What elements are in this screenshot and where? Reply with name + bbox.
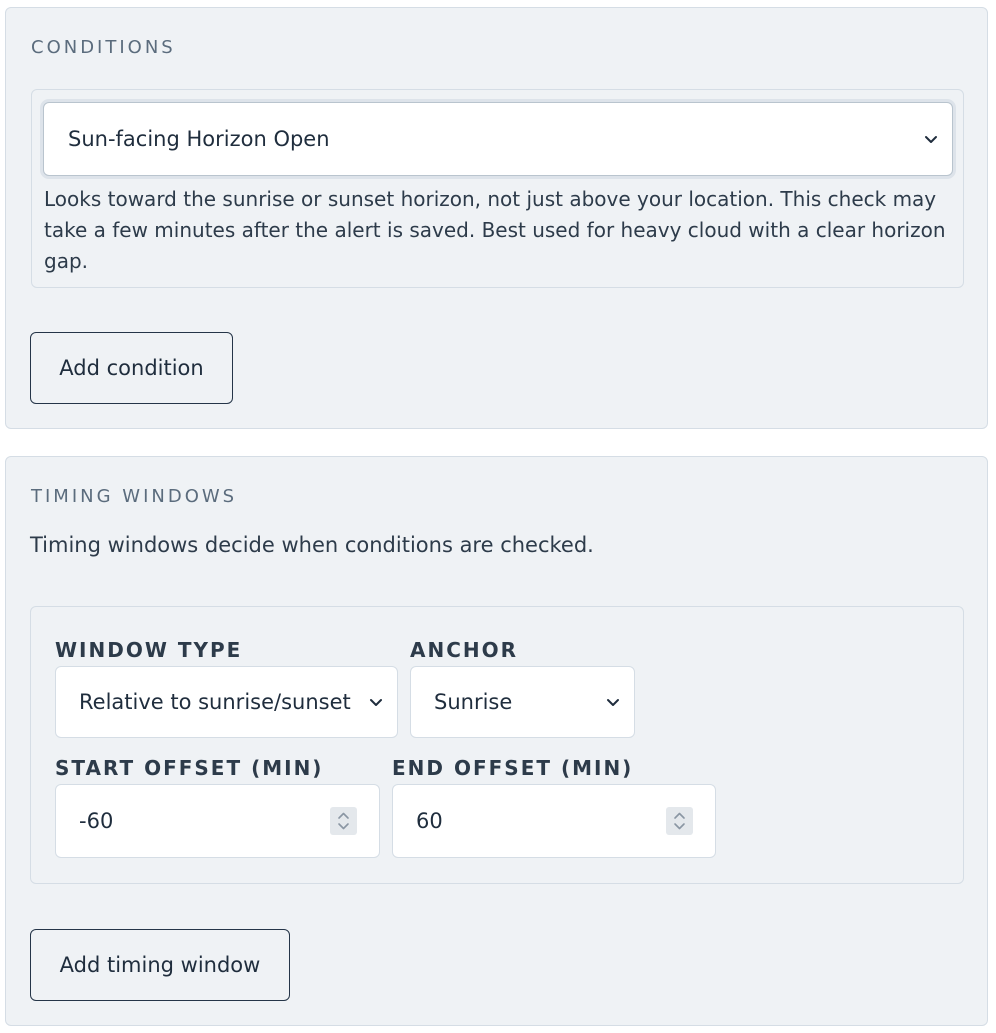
timing-windows-title: TIMING WINDOWS — [31, 486, 238, 507]
end-offset-label: END OFFSET (MIN) — [392, 756, 634, 780]
window-type-value: Relative to sunrise/sunset — [79, 690, 351, 714]
start-offset-label: START OFFSET (MIN) — [55, 756, 324, 780]
condition-card: Sun-facing Horizon Open Looks toward the… — [31, 89, 964, 288]
add-condition-button[interactable]: Add condition — [30, 332, 233, 404]
anchor-label: ANCHOR — [410, 638, 519, 662]
condition-select[interactable]: Sun-facing Horizon Open — [43, 102, 953, 176]
condition-select-value: Sun-facing Horizon Open — [68, 127, 330, 151]
chevron-down-icon — [607, 699, 619, 706]
condition-help-text: Looks toward the sunrise or sunset horiz… — [44, 187, 946, 273]
window-type-select[interactable]: Relative to sunrise/sunset — [55, 666, 398, 738]
chevron-down-icon — [925, 136, 937, 143]
spinner-icon[interactable] — [330, 807, 357, 835]
start-offset-value: -60 — [79, 809, 114, 833]
timing-windows-panel: TIMING WINDOWS Timing windows decide whe… — [5, 456, 988, 1026]
anchor-select[interactable]: Sunrise — [410, 666, 635, 738]
conditions-panel: CONDITIONS Sun-facing Horizon Open Looks… — [5, 7, 988, 429]
conditions-title: CONDITIONS — [31, 37, 176, 58]
timing-window-card: WINDOW TYPE ANCHOR Relative to sunrise/s… — [30, 606, 964, 884]
end-offset-value: 60 — [416, 809, 443, 833]
timing-windows-intro: Timing windows decide when conditions ar… — [30, 533, 594, 557]
window-type-label: WINDOW TYPE — [55, 638, 243, 662]
anchor-value: Sunrise — [434, 690, 513, 714]
chevron-down-icon — [370, 699, 382, 706]
add-timing-window-button[interactable]: Add timing window — [30, 929, 290, 1001]
start-offset-input[interactable]: -60 — [55, 784, 380, 858]
end-offset-input[interactable]: 60 — [392, 784, 716, 858]
spinner-icon[interactable] — [666, 807, 693, 835]
